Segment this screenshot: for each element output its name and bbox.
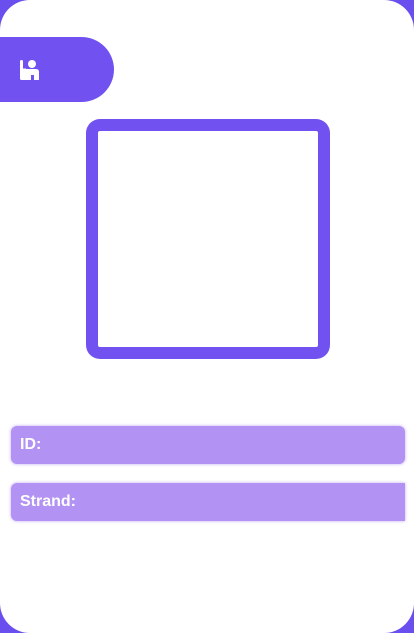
id-card: ID: Strand: (0, 0, 414, 633)
person-raising-hand-icon (18, 58, 42, 82)
photo-frame[interactable] (86, 119, 330, 359)
strand-field[interactable]: Strand: (11, 483, 405, 521)
photo-placeholder[interactable] (98, 131, 318, 347)
strand-label: Strand: (20, 493, 76, 510)
id-label: ID: (20, 436, 42, 453)
id-field[interactable]: ID: (11, 426, 405, 464)
header-tab (0, 37, 114, 102)
